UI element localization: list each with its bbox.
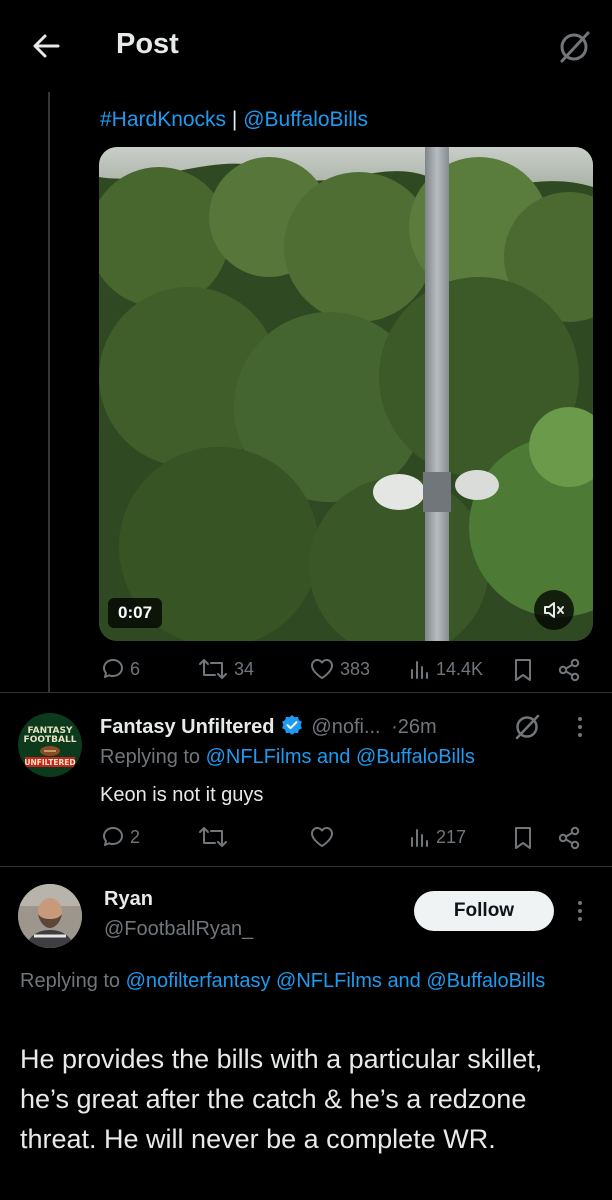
repost-icon [199, 827, 227, 847]
share-icon[interactable] [556, 825, 582, 856]
like-button[interactable] [308, 824, 340, 850]
video-player[interactable] [99, 147, 593, 641]
repost-icon [199, 659, 227, 679]
mention-link[interactable]: @NFLFilms [206, 746, 312, 768]
like-button[interactable]: 383 [308, 656, 370, 682]
more-options-icon[interactable] [572, 898, 588, 929]
repost-count: 34 [234, 658, 255, 679]
avatar[interactable]: FANTASY FOOTBALL UNFILTERED [18, 713, 82, 777]
user-photo [18, 884, 82, 948]
views-count: 217 [436, 826, 467, 847]
mention-link[interactable]: @nofilterfantasy [126, 970, 271, 992]
heart-icon [311, 827, 333, 847]
reply-text: Keon is not it guys [100, 784, 264, 806]
grok-icon[interactable] [512, 711, 542, 746]
reply-count: 2 [130, 826, 141, 847]
follow-button[interactable]: Follow [414, 891, 554, 931]
mute-button[interactable] [534, 590, 574, 630]
views-count: 14.4K [436, 658, 484, 679]
post-tags: #HardKnocks | @BuffaloBills [100, 108, 368, 132]
display-name[interactable]: Fantasy Unfiltered [100, 716, 274, 738]
mention-link[interactable]: @BuffaloBills [426, 970, 545, 992]
views-button[interactable]: 14.4K [408, 656, 483, 682]
reply-button[interactable]: 6 [100, 656, 140, 682]
grok-icon[interactable] [556, 28, 592, 64]
share-icon[interactable] [556, 657, 582, 688]
replying-label: Replying to [100, 746, 201, 768]
divider [0, 866, 612, 867]
views-chart-icon [411, 661, 428, 679]
timestamp[interactable]: ·26m [391, 716, 437, 738]
top-bar: Post [0, 0, 612, 92]
svg-text:FOOTBALL: FOOTBALL [24, 735, 77, 745]
video-frame [99, 147, 593, 641]
reply-count: 6 [130, 658, 141, 679]
like-count: 383 [340, 658, 371, 679]
tweet-text: He provides the bills with a particular … [20, 1044, 543, 1154]
reply-icon [103, 827, 123, 846]
speaker-muted-icon [544, 602, 564, 618]
more-options-icon[interactable] [572, 714, 588, 745]
thread-line [48, 92, 50, 692]
avatar[interactable] [18, 884, 82, 948]
hashtag-link[interactable]: #HardKnocks [100, 108, 226, 131]
fantasy-unfiltered-logo: FANTASY FOOTBALL UNFILTERED [18, 713, 82, 777]
handle[interactable]: @FootballRyan_ [104, 918, 253, 941]
tag-separator: | [231, 108, 238, 131]
repost-button[interactable]: 34 [196, 656, 254, 682]
divider [0, 692, 612, 693]
mention-link[interactable]: @BuffaloBills [356, 746, 475, 768]
replying-to: Replying to @NFLFilms and @BuffaloBills [100, 746, 475, 769]
replying-label: Replying to [20, 970, 121, 992]
handle[interactable]: @nofi... [311, 716, 380, 738]
mention-link[interactable]: @BuffaloBills [243, 108, 368, 131]
replying-and: and [387, 970, 421, 992]
views-chart-icon [411, 829, 428, 847]
repost-button[interactable] [196, 824, 234, 850]
bookmark-icon[interactable] [512, 825, 534, 856]
reply-icon [103, 659, 123, 678]
svg-text:UNFILTERED: UNFILTERED [24, 758, 75, 767]
display-name[interactable]: Ryan [104, 888, 153, 911]
replying-to: Replying to @nofilterfantasy @NFLFilms a… [20, 966, 580, 996]
bookmark-icon[interactable] [512, 657, 534, 688]
page-title: Post [116, 28, 179, 60]
back-arrow-icon[interactable] [28, 28, 64, 64]
replying-and: and [317, 746, 351, 768]
reply1-header: Fantasy Unfiltered @nofi... ·26m [100, 714, 437, 739]
views-button[interactable]: 217 [408, 824, 466, 850]
reply-button[interactable]: 2 [100, 824, 140, 850]
video-duration: 0:07 [108, 598, 163, 628]
verified-badge-icon [282, 715, 302, 735]
heart-icon [311, 659, 333, 679]
mention-link[interactable]: @NFLFilms [276, 970, 382, 992]
